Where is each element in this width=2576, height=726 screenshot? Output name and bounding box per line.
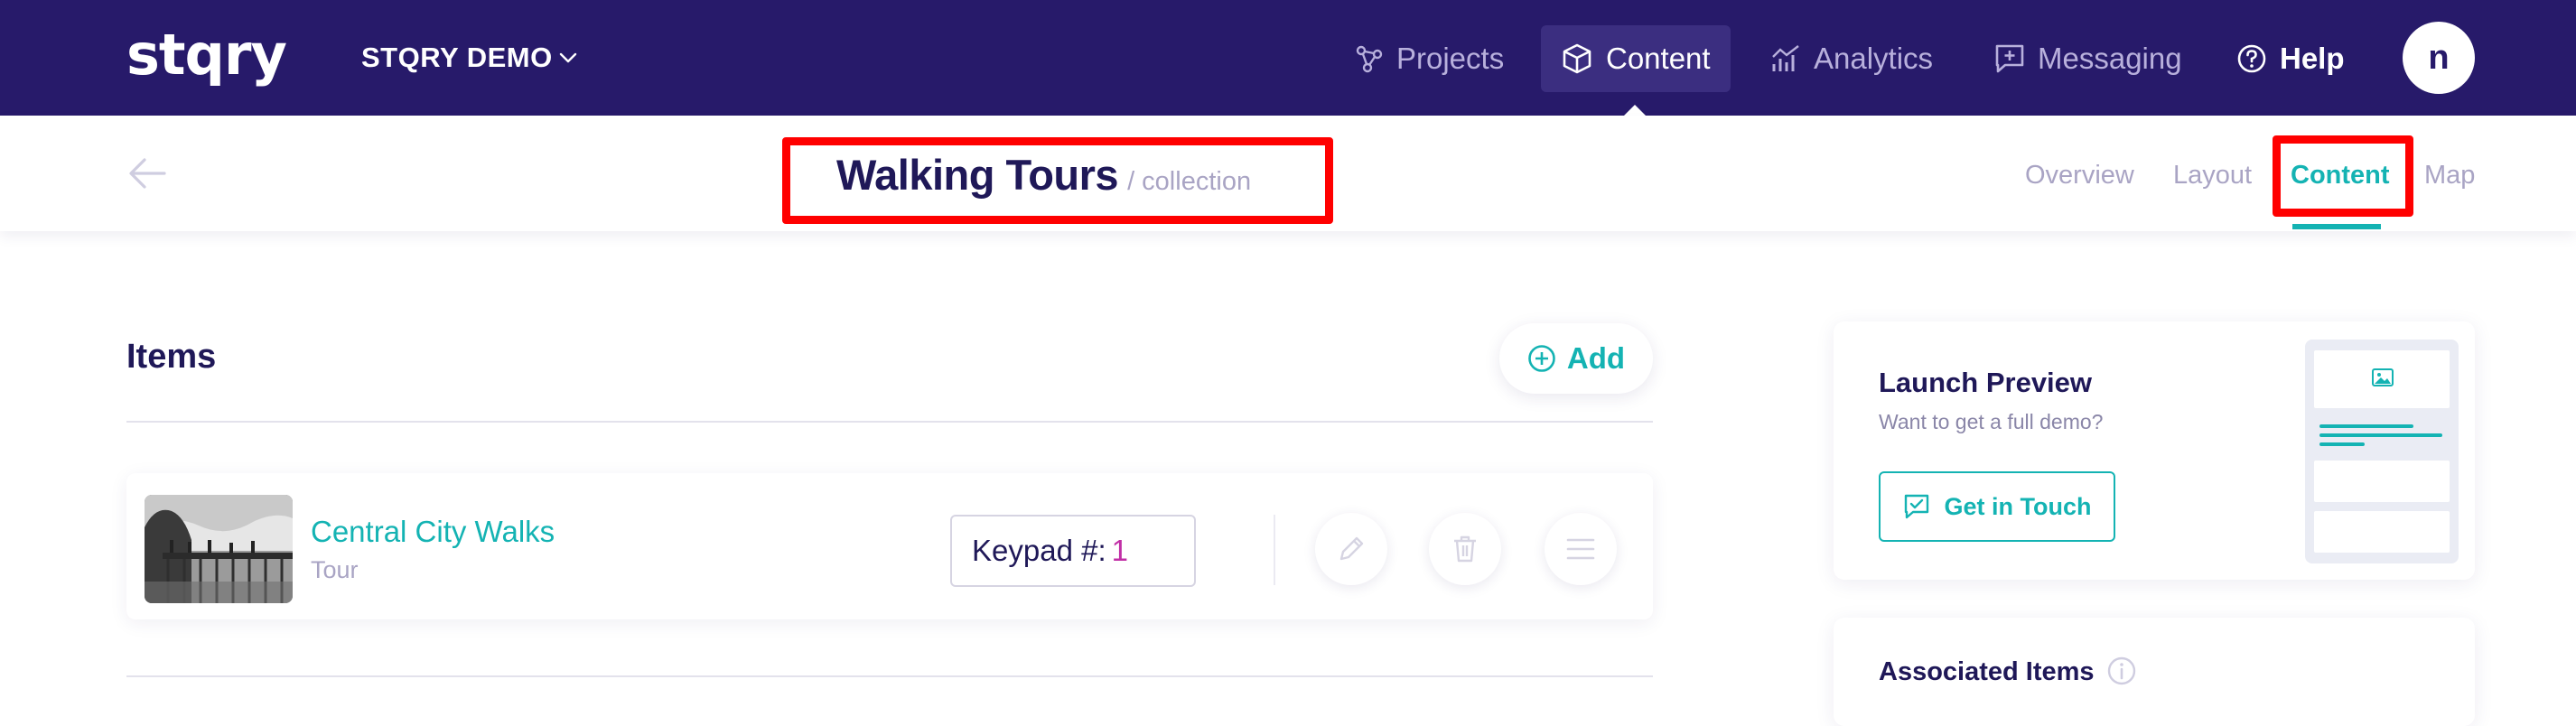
add-label: Add bbox=[1566, 341, 1626, 375]
chevron-down-icon bbox=[558, 48, 578, 68]
stqry-logo[interactable]: stqry bbox=[126, 20, 287, 90]
phone-preview-illustration bbox=[2305, 340, 2459, 563]
preview-line bbox=[2319, 442, 2365, 446]
cube-icon bbox=[1561, 42, 1593, 75]
list-item[interactable]: Central City Walks Tour Keypad #: 1 bbox=[126, 473, 1653, 619]
get-in-touch-button[interactable]: Get in Touch bbox=[1879, 471, 2115, 542]
nav-projects-label: Projects bbox=[1396, 42, 1505, 75]
nav-messaging-label: Messaging bbox=[2038, 42, 2182, 75]
page-title: Walking Tours / collection bbox=[836, 150, 1251, 204]
preview-block bbox=[2314, 461, 2450, 502]
plus-circle-icon bbox=[1527, 344, 1556, 373]
info-icon[interactable] bbox=[2106, 656, 2137, 686]
tab-highlight-box bbox=[2273, 135, 2413, 217]
back-arrow-icon[interactable] bbox=[126, 155, 168, 191]
item-thumbnail bbox=[145, 495, 293, 603]
nav-projects[interactable]: Projects bbox=[1355, 25, 1504, 92]
top-nav: stqry STQRY DEMO Projects Content Analyt… bbox=[0, 0, 2576, 116]
pencil-icon bbox=[1336, 534, 1367, 564]
page-title-text: Walking Tours bbox=[836, 151, 1119, 199]
launch-preview-subtitle: Want to get a full demo? bbox=[1879, 410, 2104, 433]
preview-line bbox=[2319, 433, 2442, 437]
chat-check-icon bbox=[1903, 493, 1930, 520]
preview-block bbox=[2314, 511, 2450, 553]
nav-help[interactable]: Help bbox=[2236, 25, 2345, 92]
items-heading: Items bbox=[126, 338, 217, 376]
launch-preview-title: Launch Preview bbox=[1879, 367, 2093, 398]
preview-line bbox=[2319, 424, 2413, 428]
analytics-icon bbox=[1770, 44, 1801, 73]
row-separator bbox=[1274, 515, 1275, 585]
projects-icon bbox=[1355, 44, 1384, 73]
help-icon bbox=[2236, 43, 2267, 74]
nav-help-label: Help bbox=[2280, 42, 2345, 75]
items-divider-bottom bbox=[126, 675, 1653, 677]
tab-layout[interactable]: Layout bbox=[2173, 161, 2252, 197]
org-name: STQRY DEMO bbox=[361, 42, 553, 73]
edit-button[interactable] bbox=[1315, 513, 1387, 585]
tab-overview[interactable]: Overview bbox=[2025, 161, 2134, 197]
keypad-label: Keypad #: bbox=[972, 534, 1106, 567]
image-icon bbox=[2372, 368, 2394, 386]
menu-lines-icon bbox=[1566, 537, 1595, 561]
nav-analytics[interactable]: Analytics bbox=[1770, 25, 1933, 92]
keypad-value: 1 bbox=[1111, 534, 1128, 567]
avatar[interactable]: n bbox=[2403, 22, 2475, 94]
item-title-link[interactable]: Central City Walks bbox=[311, 515, 555, 549]
org-switcher[interactable]: STQRY DEMO bbox=[361, 40, 578, 76]
associated-items-card: Associated Items bbox=[1834, 618, 2475, 726]
get-in-touch-label: Get in Touch bbox=[1944, 492, 2092, 520]
item-type: Tour bbox=[311, 556, 359, 583]
page-title-type: / collection bbox=[1127, 167, 1252, 196]
tab-map[interactable]: Map bbox=[2424, 161, 2475, 197]
launch-preview-card: Launch Preview Want to get a full demo? … bbox=[1834, 321, 2475, 580]
page-header: Walking Tours / collection Overview Layo… bbox=[0, 116, 2576, 231]
nav-analytics-label: Analytics bbox=[1814, 42, 1934, 75]
nav-content[interactable]: Content bbox=[1541, 25, 1731, 92]
nav-messaging[interactable]: Messaging bbox=[1994, 25, 2182, 92]
delete-button[interactable] bbox=[1429, 513, 1501, 585]
items-divider-top bbox=[126, 421, 1653, 423]
keypad-field[interactable]: Keypad #: 1 bbox=[950, 515, 1196, 587]
nav-content-label: Content bbox=[1606, 42, 1711, 75]
active-tab-underline bbox=[2292, 224, 2381, 229]
preview-image-block bbox=[2314, 350, 2450, 408]
message-icon bbox=[1994, 43, 2025, 74]
associated-items-title: Associated Items bbox=[1879, 657, 2095, 686]
drag-handle[interactable] bbox=[1545, 513, 1617, 585]
trash-icon bbox=[1451, 534, 1479, 564]
add-item-button[interactable]: Add bbox=[1499, 323, 1653, 394]
